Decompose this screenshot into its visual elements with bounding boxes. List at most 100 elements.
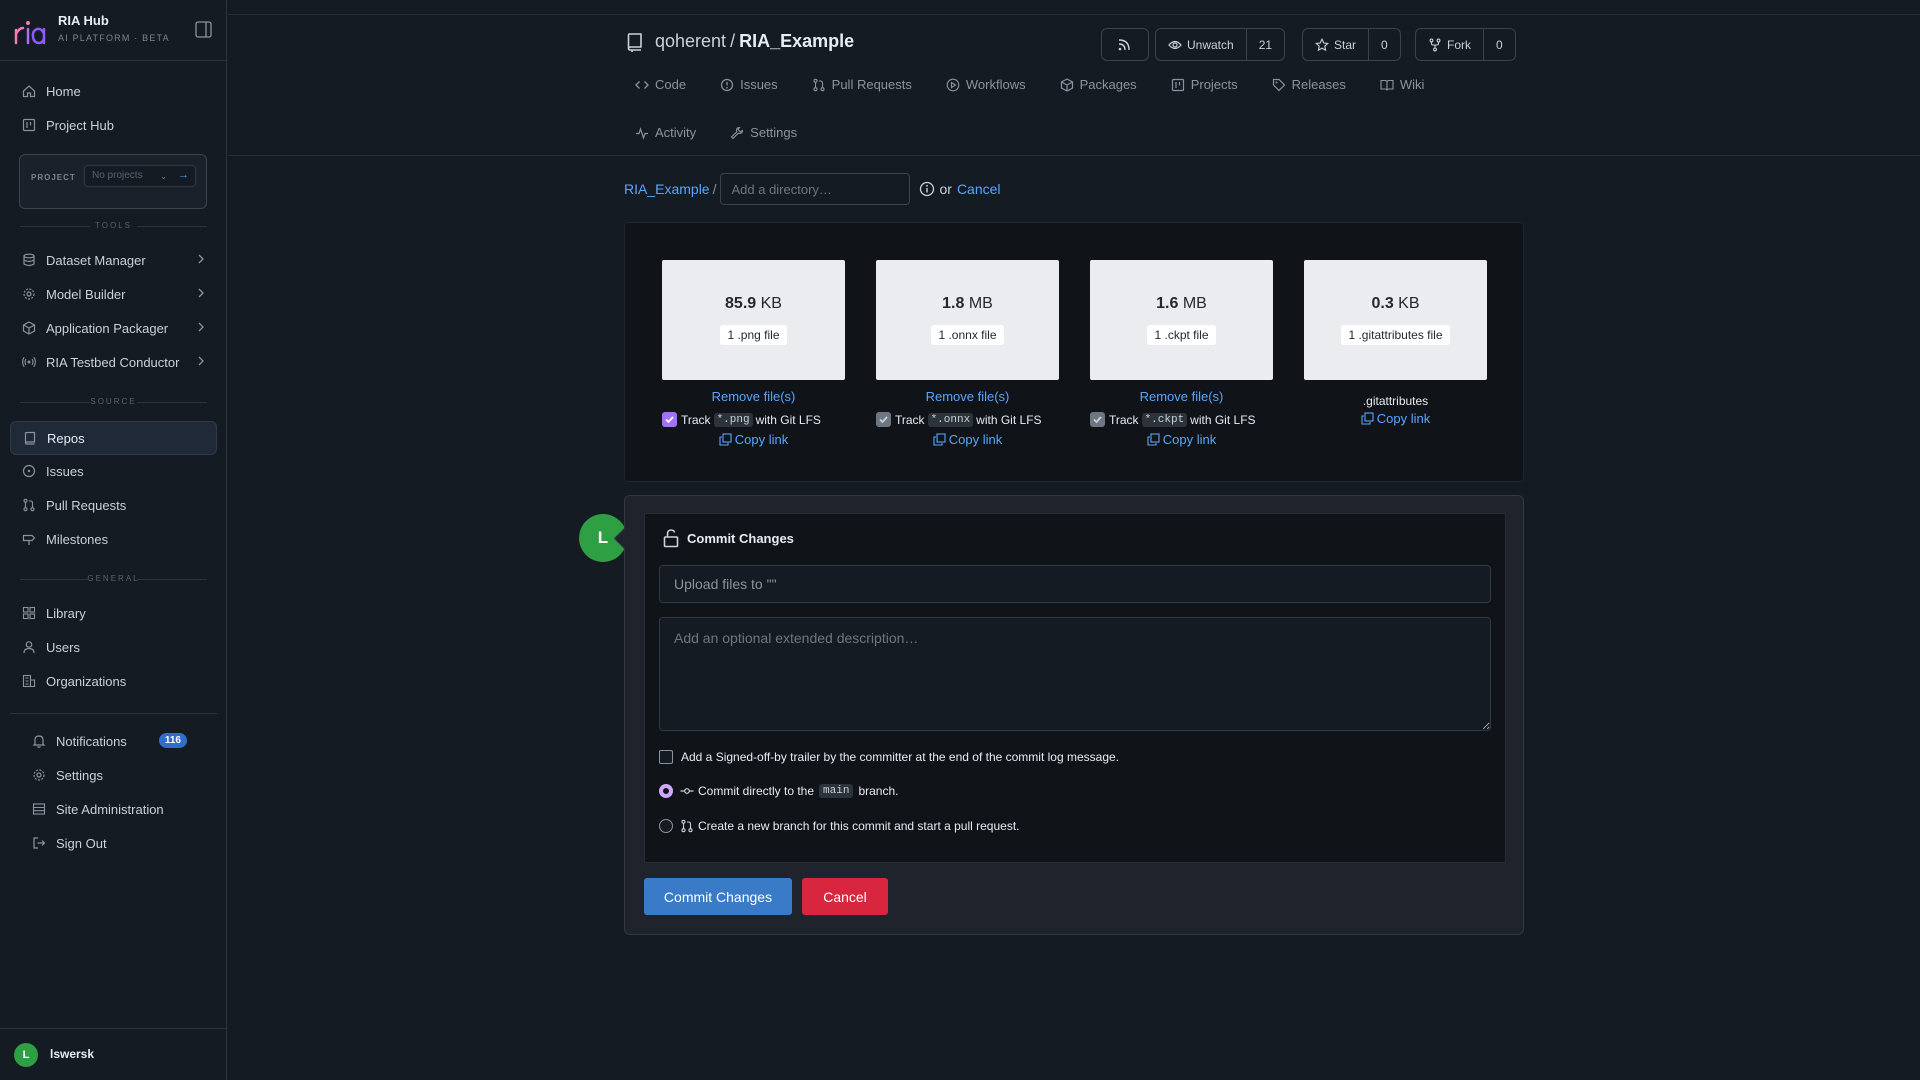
repo-name-link[interactable]: RIA_Example [739,31,854,52]
lfs-track-option[interactable]: Track *.onnx with Git LFS [876,412,1059,427]
sidebar-item-label: Sign Out [56,835,107,851]
sidebar-item-application-packager[interactable]: Application Packager [10,313,217,343]
repo-tabs: Code Issues Pull Requests Workflows Pack… [635,77,1458,92]
commit-direct-option[interactable]: Commit directly to the main branch. [659,784,898,798]
sidebar-item-issues[interactable]: Issues [10,456,217,486]
signoff-checkbox[interactable] [659,750,673,764]
sidebar-item-pull-requests[interactable]: Pull Requests [10,490,217,520]
breadcrumb-repo-link[interactable]: RIA_Example [624,181,710,197]
copy-link-label: Copy link [1162,432,1217,447]
cancel-link[interactable]: Cancel [957,181,1001,197]
lfs-track-option[interactable]: Track *.png with Git LFS [662,412,845,427]
commit-direct-suffix: branch. [858,784,899,798]
tab-activity[interactable]: Activity [635,125,696,140]
sidebar-item-dataset-manager[interactable]: Dataset Manager [10,245,217,275]
sidebar-item-settings[interactable]: Settings [10,760,217,790]
sidebar-item-site-administration[interactable]: Site Administration [10,794,217,824]
sidebar-item-organizations[interactable]: Organizations [10,666,217,696]
package-icon [1060,77,1073,92]
track-suffix: with Git LFS [976,412,1042,427]
file-thumbnail: 1.8 MB 1 .onnx file [876,260,1059,380]
tab-projects[interactable]: Projects [1171,77,1238,92]
tab-packages[interactable]: Packages [1060,77,1137,92]
star-count[interactable]: 0 [1368,29,1400,60]
ria-logo[interactable] [13,16,49,46]
lfs-track-option[interactable]: Track *.ckpt with Git LFS [1090,412,1273,427]
tab-releases[interactable]: Releases [1272,77,1346,92]
lfs-track-checkbox[interactable] [662,412,677,427]
new-branch-option[interactable]: Create a new branch for this commit and … [659,819,1020,833]
tab-issues[interactable]: Issues [720,77,778,92]
directory-input[interactable] [720,173,911,205]
tab-label: Wiki [1399,77,1425,92]
brand-subtitle: AI PLATFORM · BETA [58,33,170,43]
gear-icon [33,769,45,781]
repo-owner-link[interactable]: qoherent [655,31,726,52]
file-size-number: 1.6 [1156,295,1179,312]
cancel-button[interactable]: Cancel [802,878,888,915]
copy-link[interactable]: Copy link [1304,411,1487,426]
unwatch-button[interactable]: Unwatch [1156,29,1246,60]
project-select[interactable]: No projects ⌄ → [84,165,196,187]
sidebar-item-repos[interactable]: Repos [10,421,217,455]
sidebar-item-notifications[interactable]: Notifications 116 [10,726,217,756]
file-name: .gitattributes [1362,394,1429,408]
track-suffix: with Git LFS [755,412,821,427]
new-branch-radio[interactable] [659,819,673,833]
fork-button[interactable]: Fork [1416,29,1483,60]
dropzone-files[interactable]: 85.9 KB 1 .png file Remove file(s) Track… [624,222,1524,482]
fork-count[interactable]: 0 [1483,29,1515,60]
track-pattern: *.onnx [927,412,974,427]
star-button[interactable]: Star [1303,29,1368,60]
check-icon [879,416,888,424]
commit-direct-radio[interactable] [659,784,673,798]
lfs-track-checkbox[interactable] [876,412,891,427]
commit-changes-button[interactable]: Commit Changes [644,878,792,915]
tab-code[interactable]: Code [635,77,686,92]
remove-files-link[interactable]: Remove file(s) [876,389,1059,404]
sidebar-item-label: Pull Requests [46,497,127,513]
go-arrow-icon[interactable]: → [178,169,189,181]
remove-files-link[interactable]: Remove file(s) [1090,389,1273,404]
info-icon[interactable] [919,181,935,197]
tab-label: Activity [655,125,697,140]
copy-icon [1147,433,1160,446]
copy-link[interactable]: Copy link [876,432,1059,447]
sidebar-item-users[interactable]: Users [10,632,217,662]
sidebar-item-model-builder[interactable]: Model Builder [10,279,217,309]
commit-description-textarea[interactable] [659,617,1491,731]
sidebar-user[interactable]: L lswersk [0,1028,227,1080]
eye-icon [1168,40,1182,49]
rss-button[interactable] [1101,28,1149,61]
sidebar-item-project-hub[interactable]: Project Hub [10,110,217,140]
chevron-right-icon [198,356,204,366]
commit-summary-input[interactable] [659,565,1491,603]
copy-link[interactable]: Copy link [662,432,845,447]
sidebar-item-milestones[interactable]: Milestones [10,524,217,554]
tab-label: Code [655,77,687,92]
upload-breadcrumb: RIA_Example / or Cancel [624,173,1001,205]
username[interactable]: lswersk [50,1047,94,1061]
sidebar-item-library[interactable]: Library [10,598,217,628]
avatar[interactable]: L [14,1043,38,1067]
section-label-source: SOURCE [0,397,227,406]
watch-count[interactable]: 21 [1245,29,1284,60]
remove-files-link[interactable]: Remove file(s) [662,389,845,404]
check-icon [665,416,674,424]
file-count: 1 .ckpt file [1147,325,1216,345]
sidebar-item-sign-out[interactable]: Sign Out [10,828,217,858]
tab-workflows[interactable]: Workflows [946,77,1026,92]
tab-label: Releases [1291,77,1346,92]
tab-wiki[interactable]: Wiki [1380,77,1425,92]
file-count: 1 .gitattributes file [1341,325,1450,345]
copy-link-label: Copy link [1376,411,1431,426]
sidebar-toggle-icon[interactable] [195,21,212,38]
tab-settings[interactable]: Settings [730,125,797,140]
copy-link[interactable]: Copy link [1090,432,1273,447]
tab-label: Packages [1079,77,1137,92]
tab-pull-requests[interactable]: Pull Requests [812,77,912,92]
lfs-track-checkbox[interactable] [1090,412,1105,427]
signoff-option[interactable]: Add a Signed-off-by trailer by the commi… [659,750,1119,764]
sidebar-item-home[interactable]: Home [10,76,217,106]
sidebar-item-ria-testbed-conductor[interactable]: RIA Testbed Conductor [10,347,217,377]
